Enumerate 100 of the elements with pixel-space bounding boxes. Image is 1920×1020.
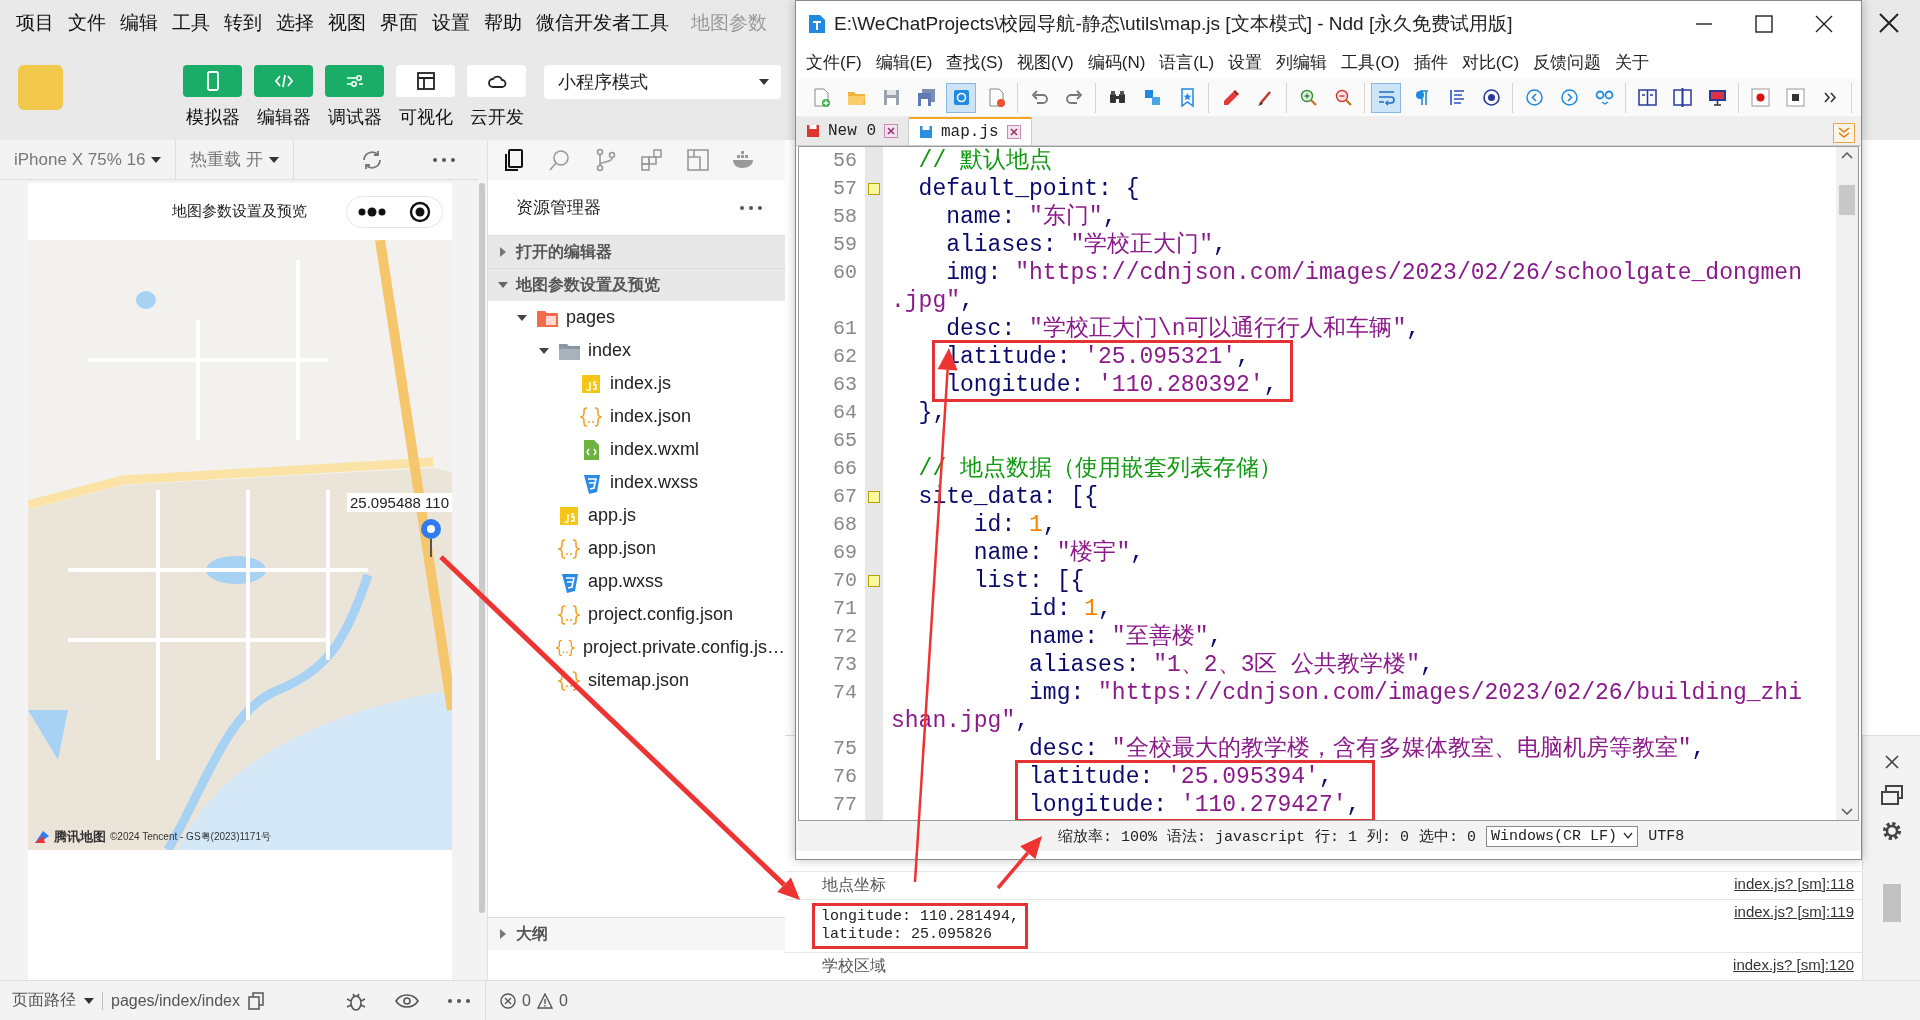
file-name[interactable]: index.wxml (610, 439, 700, 460)
close-icon[interactable] (1815, 14, 1833, 33)
extensions-icon[interactable] (640, 148, 664, 172)
file-name[interactable]: index.wxss (610, 472, 699, 493)
restore-icon[interactable] (1879, 784, 1904, 806)
menu-item[interactable]: 转到 (224, 9, 262, 36)
scrollbar-thumb[interactable] (1839, 185, 1855, 215)
file-name[interactable]: index.json (610, 406, 692, 427)
section-header[interactable]: 打开的编辑器 (488, 235, 785, 268)
code-line: latitude: '25.095394', (1029, 763, 1334, 791)
file-name[interactable]: app.json (588, 538, 657, 559)
menu-item[interactable]: 编码(N) (1087, 51, 1146, 74)
toolbar-button[interactable] (396, 65, 455, 97)
expanded-caret-icon[interactable] (517, 312, 527, 323)
search-icon[interactable] (548, 148, 572, 172)
close-icon[interactable] (1878, 11, 1900, 34)
menu-item[interactable]: 文件(F) (806, 51, 862, 74)
page-path: pages/index/index (111, 991, 240, 1010)
capsule-button[interactable] (346, 195, 443, 228)
menu-item[interactable]: 对比(C) (1461, 51, 1520, 74)
menu-item[interactable]: 关于 (1615, 51, 1650, 74)
toolbar-button[interactable] (467, 65, 526, 97)
file-name[interactable]: app.js (588, 505, 637, 526)
fold-marker[interactable] (868, 183, 880, 195)
menu-item[interactable]: 项目 (16, 9, 54, 36)
menu-item[interactable]: 查找(S) (946, 51, 1004, 74)
files-icon[interactable] (502, 148, 526, 172)
stop-icon (1784, 87, 1806, 108)
file-name[interactable]: project.private.config.js… (582, 637, 785, 658)
menu-item[interactable]: 视图 (328, 9, 366, 36)
line-ending-dropdown[interactable]: Windows(CR LF) (1486, 825, 1639, 847)
menu-item[interactable]: 编辑(E) (875, 51, 933, 74)
folder-name[interactable]: pages (566, 307, 616, 328)
code-line: longitude: '110.280392', (946, 371, 1278, 399)
eye-icon[interactable] (395, 992, 419, 1009)
code-line: img: "https://cdnjson.com/images/2023/02/26/building_zhi (1028, 679, 1803, 707)
hot-reload-toggle[interactable]: 热重载 开 (190, 148, 264, 171)
copy-icon[interactable] (248, 991, 264, 1010)
line-number: 57 (832, 176, 857, 202)
scroll-up-icon[interactable] (1841, 151, 1853, 159)
menu-item[interactable]: 微信开发者工具 (536, 9, 669, 36)
menu-item[interactable]: 界面 (380, 9, 418, 36)
source-link[interactable]: index.js? [sm]:120 (1733, 956, 1854, 973)
target-icon (1480, 87, 1502, 108)
more-icon[interactable] (739, 204, 763, 211)
more-icon[interactable] (432, 156, 456, 163)
warning-icon[interactable] (536, 992, 553, 1009)
menu-item[interactable]: 列编辑 (1276, 51, 1328, 74)
maximize-icon[interactable] (1755, 14, 1773, 33)
code-line: id: 1, (972, 511, 1058, 539)
fold-marker[interactable] (868, 575, 880, 587)
menu-item[interactable]: 设置 (1228, 51, 1263, 74)
expanded-caret-icon[interactable] (539, 345, 549, 356)
menu-item[interactable]: 帮助 (484, 9, 522, 36)
mode-dropdown[interactable]: 小程序模式 (544, 65, 781, 99)
menu-item[interactable]: 选择 (276, 9, 314, 36)
settings-icon[interactable] (1880, 820, 1903, 842)
more-icon[interactable] (447, 997, 471, 1004)
menu-item[interactable]: 插件 (1413, 51, 1448, 74)
scrollbar[interactable] (479, 183, 485, 913)
device-selector[interactable]: iPhone X 75% 16 (14, 149, 146, 170)
error-icon[interactable] (500, 992, 516, 1009)
collapse-chevron-icon[interactable] (1833, 123, 1855, 143)
caret-icon (759, 79, 769, 85)
line-number: 76 (832, 764, 857, 790)
menu-item[interactable]: 编辑 (120, 9, 158, 36)
menu-item[interactable]: 视图(V) (1017, 51, 1074, 74)
map-pin-icon[interactable] (420, 518, 442, 558)
folder-name[interactable]: index (588, 340, 632, 361)
panel-icon[interactable] (686, 148, 710, 172)
section-header[interactable]: 地图参数设置及预览 (488, 268, 785, 301)
file-name[interactable]: app.wxss (588, 571, 664, 592)
editor-tab[interactable]: map.js (909, 117, 1032, 145)
file-name[interactable]: sitemap.json (588, 670, 690, 691)
menu-item[interactable]: 反馈问题 (1533, 51, 1602, 74)
code-line: name: "东门", (945, 203, 1118, 231)
fold-marker[interactable] (868, 491, 880, 503)
code-line: default_point: { (917, 175, 1141, 203)
caret-icon (1623, 832, 1634, 840)
menu-item[interactable]: 工具 (172, 9, 210, 36)
menu-item[interactable]: 语言(L) (1159, 51, 1215, 74)
expanded-caret-icon (498, 280, 508, 290)
menu-item[interactable]: 工具(O) (1341, 51, 1400, 74)
section-header[interactable]: 大纲 (488, 917, 785, 950)
menu-item[interactable]: 文件 (68, 9, 106, 36)
scroll-down-icon[interactable] (1841, 808, 1853, 816)
selection-count: 选中: 0 (1419, 827, 1477, 846)
page-path-label[interactable]: 页面路径 (12, 990, 76, 1011)
scrollbar[interactable] (1882, 884, 1901, 922)
menu-item[interactable]: 设置 (432, 9, 470, 36)
close-icon[interactable] (1883, 754, 1900, 770)
close-icon[interactable] (1006, 125, 1021, 139)
button-label: 编辑器 (256, 106, 311, 129)
source-link[interactable]: index.js? [sm]:118 (1734, 875, 1854, 892)
branch-icon[interactable] (594, 148, 618, 172)
source-link[interactable]: index.js? [sm]:119 (1734, 903, 1854, 920)
editor-tab[interactable]: New 0 (796, 117, 909, 145)
file-name[interactable]: project.config.json (588, 604, 734, 625)
file-name[interactable]: index.js (610, 373, 672, 394)
code-line: }, (917, 399, 948, 427)
